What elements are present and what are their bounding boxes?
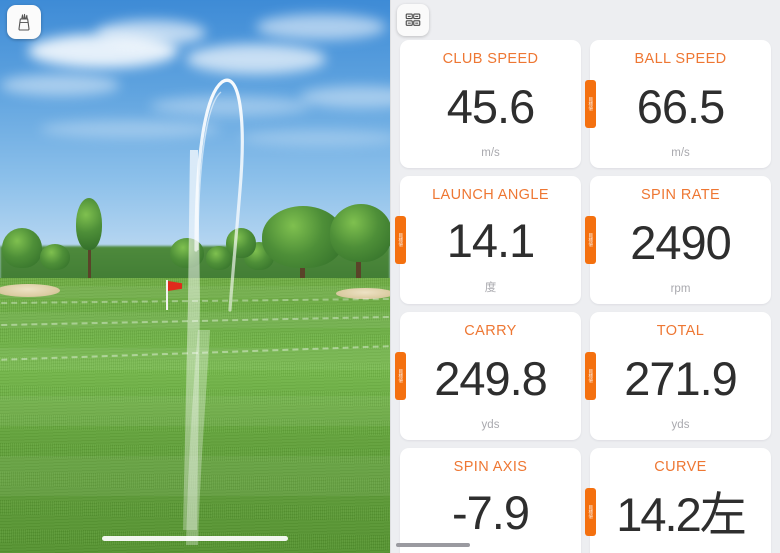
grid-layout-button[interactable] [397,4,429,36]
metric-card-spin-rate[interactable]: 目標値 SPIN RATE 2490 rpm [585,176,771,304]
target-value-tab-carry[interactable]: 目標値 [395,352,406,400]
target-value-tab-label: 目標値 [588,233,594,247]
metric-title: SPIN RATE [640,187,721,203]
metric-value: 249.8 [434,351,548,405]
home-indicator [102,536,288,541]
metric-value: 271.9 [624,351,738,405]
target-value-tab-ball-speed[interactable]: 目標値 [585,80,596,128]
metric-value: 14.1 [446,213,535,267]
stats-panel: CLUB SPEED 45.6 m/s 目標値 BALL SPEED 66.5 m/s 目標値… [390,0,780,553]
metric-title: TOTAL [656,323,705,339]
metric-title: SPIN AXIS [453,459,528,475]
metric-title: BALL SPEED [634,51,727,67]
metric-card-ball-speed[interactable]: 目標値 BALL SPEED 66.5 m/s [585,40,771,168]
target-value-tab-spin-rate[interactable]: 目標値 [585,216,596,264]
target-value-tab-label: 目標値 [588,369,594,383]
metric-title: CLUB SPEED [442,51,539,67]
target-value-tab-label: 目標値 [398,233,404,247]
metric-unit: m/s [481,147,500,159]
panel-divider [390,0,391,553]
metric-card-club-speed[interactable]: CLUB SPEED 45.6 m/s [400,40,581,168]
metric-unit: m/s [671,147,690,159]
target-value-tab-curve[interactable]: 目標値 [585,488,596,536]
target-value-tab-total[interactable]: 目標値 [585,352,596,400]
grid-layout-icon [405,13,421,26]
metric-value: 14.2左 [616,487,746,541]
target-value-tab-launch-angle[interactable]: 目標値 [395,216,406,264]
metric-unit: yds [481,419,500,431]
target-value-tab-label: 目標値 [398,369,404,383]
metric-title: CARRY [464,323,517,339]
metric-card-spin-axis[interactable]: SPIN AXIS-7.9度 [400,448,581,553]
panel-toolbar [390,0,780,40]
shot-trajectory [183,78,244,545]
metric-card-launch-angle[interactable]: 目標値 LAUNCH ANGLE 14.1 度 [395,176,581,304]
metric-unit: yds [671,419,690,431]
metric-unit: 度 [484,282,497,294]
scroll-indicator[interactable] [396,543,470,547]
metric-value: 45.6 [446,79,535,133]
target-value-tab-label: 目標値 [588,505,594,519]
golf-bag-button[interactable] [7,5,41,39]
metric-title: LAUNCH ANGLE [432,187,549,203]
metric-title: CURVE [654,459,707,475]
golf-bag-icon [18,13,30,31]
golf-scene [0,0,390,553]
metric-unit: rpm [670,283,691,295]
metric-card-total[interactable]: 目標値 TOTAL 271.9 yds [585,312,771,440]
target-value-tab-label: 目標値 [588,97,594,111]
metric-value: 2490 [630,215,732,269]
metric-card-curve[interactable]: 目標値CURVE14.2左yds [585,448,771,553]
metric-card-grid: CLUB SPEED 45.6 m/s 目標値 BALL SPEED 66.5 m/s 目標値… [390,40,780,553]
metric-value: -7.9 [452,485,530,539]
metric-card-carry[interactable]: 目標値 CARRY 249.8 yds [395,312,581,440]
metric-value: 66.5 [636,79,725,133]
